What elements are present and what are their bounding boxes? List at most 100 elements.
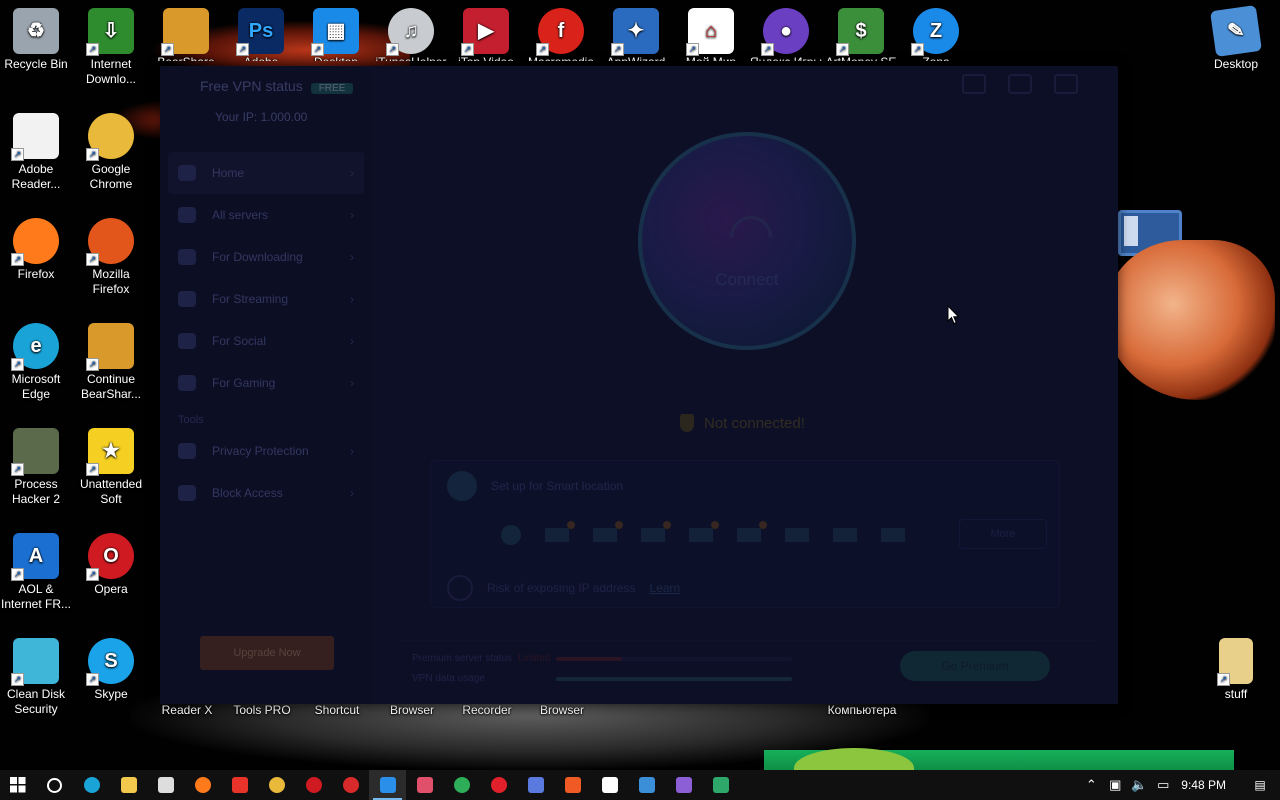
- nav-item[interactable]: Home ›: [168, 152, 364, 194]
- more-servers-button[interactable]: More: [959, 519, 1047, 549]
- desktop-shortcut[interactable]: ↗ Adobe Reader...: [0, 107, 74, 192]
- shortcut-arrow-icon: ↗: [836, 43, 849, 56]
- icon-label: AOL & Internet FR...: [0, 582, 72, 611]
- desktop-shortcut[interactable]: ★ ↗ Unattended Soft: [73, 422, 149, 507]
- taskbar-recorder[interactable]: [406, 770, 443, 800]
- server-flag[interactable]: [737, 521, 767, 542]
- icon-label[interactable]: Recorder: [449, 703, 525, 718]
- taskbar-file-explorer[interactable]: [110, 770, 147, 800]
- desktop-shortcut[interactable]: ♻ Recycle Bin: [0, 2, 74, 72]
- vpn-app-window[interactable]: Free VPN status FREE Your IP: 1.000.00 Ho…: [160, 66, 1118, 704]
- taskbar-shield-green[interactable]: [702, 770, 739, 800]
- taskbar-browser-g[interactable]: [443, 770, 480, 800]
- icon-label[interactable]: Shortcut: [299, 703, 375, 718]
- volume-muted-icon[interactable]: 🔈: [1127, 770, 1151, 800]
- desktop-shortcut[interactable]: e ↗ Microsoft Edge: [0, 317, 74, 402]
- server-flag[interactable]: [689, 521, 719, 542]
- taskbar-wizard[interactable]: [517, 770, 554, 800]
- clean-disk-icon: ↗: [11, 638, 59, 686]
- desktop-shortcut[interactable]: ⇩ ↗ Internet Downlo...: [73, 2, 149, 87]
- close-icon[interactable]: [1054, 74, 1078, 94]
- desktop-shortcut[interactable]: Ps↗Adobe: [223, 2, 299, 61]
- desktop-shortcut[interactable]: ♫↗iTunesHelper: [373, 2, 449, 61]
- taskbar-opera[interactable]: [295, 770, 332, 800]
- nav-item[interactable]: Privacy Protection ›: [168, 430, 364, 472]
- start-button[interactable]: [0, 770, 36, 800]
- nav-item[interactable]: For Social ›: [168, 320, 364, 362]
- taskbar-firefox[interactable]: [184, 770, 221, 800]
- desktop-shortcut[interactable]: ↗BearShare: [148, 2, 224, 61]
- taskbar-moy-mir[interactable]: [591, 770, 628, 800]
- icon-label[interactable]: Reader X: [149, 703, 225, 718]
- desktop-shortcut[interactable]: ●↗Яндекс Игры: [748, 2, 824, 61]
- server-flag[interactable]: [593, 521, 623, 542]
- desktop-shortcut-desktop[interactable]: ✎ Desktop: [1198, 2, 1274, 72]
- desktop-shortcut[interactable]: A ↗ AOL & Internet FR...: [0, 527, 74, 612]
- desktop-shortcut[interactable]: ↗ Mozilla Firefox: [73, 212, 149, 297]
- menu-icon[interactable]: [962, 74, 986, 94]
- meet-now-icon[interactable]: ▣: [1103, 770, 1127, 800]
- shortcut-arrow-icon: ↗: [611, 43, 624, 56]
- nav-item[interactable]: All servers ›: [168, 194, 364, 236]
- taskbar-app-red[interactable]: [332, 770, 369, 800]
- desktop-shortcut[interactable]: ↗ Process Hacker 2: [0, 422, 74, 507]
- chrome-icon: [268, 777, 285, 793]
- server-flag[interactable]: [641, 521, 671, 542]
- taskbar-yandex[interactable]: [221, 770, 258, 800]
- upgrade-button[interactable]: Upgrade Now: [200, 636, 334, 670]
- server-flag[interactable]: [833, 528, 857, 542]
- shield-icon: [379, 777, 396, 793]
- shortcut-arrow-icon: ↗: [161, 43, 174, 56]
- connect-button[interactable]: Connect: [638, 132, 856, 350]
- taskbar-search[interactable]: [36, 770, 73, 800]
- tray-overflow-chevron-icon[interactable]: ⌃: [1079, 770, 1103, 800]
- desktop-shortcut[interactable]: O ↗ Opera: [73, 527, 149, 597]
- minimize-icon[interactable]: [1008, 74, 1032, 94]
- taskbar-clock[interactable]: 9:48 PM: [1175, 778, 1240, 792]
- desktop-shortcut[interactable]: ↗ Clean Disk Security: [0, 632, 74, 717]
- nav-item[interactable]: For Streaming ›: [168, 278, 364, 320]
- wifi-icon: [721, 207, 781, 267]
- learn-link[interactable]: Learn: [650, 581, 681, 595]
- icon-label[interactable]: Компьютера: [824, 703, 900, 718]
- taskbar-vpn-shield[interactable]: [369, 770, 406, 800]
- desktop-shortcut[interactable]: ✦↗AppWizard: [598, 2, 674, 61]
- desktop-shortcut-stuff[interactable]: ↗ stuff: [1198, 632, 1274, 702]
- house-icon: [601, 777, 618, 793]
- server-flag[interactable]: [881, 528, 905, 542]
- server-flag[interactable]: [785, 528, 809, 542]
- desktop-shortcut[interactable]: ⌂↗Мой Мир: [673, 2, 749, 61]
- firefox-icon: ↗: [11, 218, 59, 266]
- server-flag[interactable]: [545, 521, 575, 542]
- desktop-shortcut[interactable]: S ↗ Skype: [73, 632, 149, 702]
- desktop-shortcut[interactable]: ↗ Firefox: [0, 212, 74, 282]
- taskbar-edge[interactable]: [73, 770, 110, 800]
- desktop-shortcut[interactable]: f↗Macromedia: [523, 2, 599, 61]
- icon-label[interactable]: Tools PRO: [224, 703, 300, 718]
- desktop-shortcut[interactable]: ↗ Continue BearShar...: [73, 317, 149, 402]
- icon-label[interactable]: Browser: [524, 703, 600, 718]
- server-flags: [501, 521, 905, 545]
- taskbar-brave[interactable]: [554, 770, 591, 800]
- go-premium-button[interactable]: Go Premium: [900, 651, 1050, 681]
- icon-label[interactable]: Browser: [374, 703, 450, 718]
- desktop-shortcut[interactable]: ▦↗Desktop: [298, 2, 374, 61]
- shortcut-arrow-icon: ↗: [236, 43, 249, 56]
- desktop-shortcut[interactable]: ▶↗iTop Video: [448, 2, 524, 61]
- taskbar-visual-studio[interactable]: [665, 770, 702, 800]
- desktop-shortcut[interactable]: ↗ Google Chrome: [73, 107, 149, 192]
- taskbar-store[interactable]: [147, 770, 184, 800]
- desktop-shortcut[interactable]: $↗ArtMoney SE: [823, 2, 899, 61]
- shortcut-arrow-icon: ↗: [11, 148, 24, 161]
- taskbar-opera-gx[interactable]: [480, 770, 517, 800]
- desktop-shortcut[interactable]: Z↗Zona: [898, 2, 974, 61]
- nav-item[interactable]: Block Access ›: [168, 472, 364, 514]
- nav-item[interactable]: For Gaming ›: [168, 362, 364, 404]
- network-icon[interactable]: ▭: [1151, 770, 1175, 800]
- taskbar-chrome[interactable]: [258, 770, 295, 800]
- gamepad-icon: ● ↗: [761, 8, 809, 56]
- notification-center-icon[interactable]: ▤: [1240, 778, 1280, 792]
- nav-item[interactable]: For Downloading ›: [168, 236, 364, 278]
- taskbar-tool-blue[interactable]: [628, 770, 665, 800]
- smart-location-icon[interactable]: [501, 525, 521, 545]
